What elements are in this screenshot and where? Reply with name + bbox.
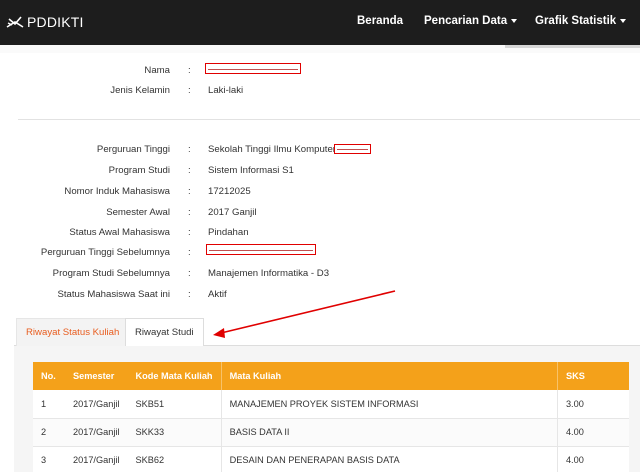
- value-status-awal: Pindahan: [208, 227, 249, 238]
- tab-riwayat-studi[interactable]: Riwayat Studi: [125, 318, 204, 347]
- separator-colon: :: [188, 247, 191, 258]
- label-prodi-sebelumnya: Program Studi Sebelumnya: [52, 268, 170, 279]
- value-nim: 17212025: [208, 186, 251, 197]
- cell-no: 1: [33, 390, 65, 419]
- cell-sks: 4.00: [556, 418, 629, 447]
- value-status-saat-ini: Aktif: [208, 289, 227, 300]
- cell-no: 3: [33, 446, 65, 472]
- cell-sks: 4.00: [556, 446, 629, 472]
- nav-grafik-statistik[interactable]: Grafik Statistik: [535, 15, 627, 27]
- nav-grafik-statistik-label: Grafik Statistik: [535, 15, 617, 27]
- label-nim: Nomor Induk Mahasiswa: [64, 186, 170, 197]
- separator-colon: :: [188, 207, 191, 218]
- cell-sks: 3.00: [556, 390, 629, 419]
- nav-pencarian-data[interactable]: Pencarian Data: [424, 15, 518, 27]
- cell-no: 2: [33, 418, 65, 447]
- separator-colon: :: [188, 65, 191, 76]
- cell-semester: 2017/Ganjil: [64, 418, 128, 447]
- cell-kode: SKK33: [127, 418, 222, 447]
- header-sks: SKS: [556, 362, 629, 390]
- label-status-saat-ini: Status Mahasiswa Saat ini: [57, 289, 170, 300]
- value-perguruan-tinggi: Sekolah Tinggi Ilmu Komputer: [208, 144, 336, 155]
- separator-colon: :: [188, 268, 191, 279]
- dropdown-shadow: [505, 45, 640, 48]
- cell-kode: SKB51: [127, 390, 222, 419]
- top-navbar: PDDIKTI Beranda Pencarian Data Grafik St…: [0, 0, 640, 45]
- label-program-studi: Program Studi: [108, 165, 170, 176]
- riwayat-studi-table: No. Semester Kode Mata Kuliah Mata Kulia…: [33, 362, 629, 472]
- nav-beranda[interactable]: Beranda: [357, 15, 403, 27]
- value-jenis-kelamin: Laki-laki: [208, 85, 244, 96]
- brand-logo[interactable]: PDDIKTI: [6, 12, 84, 32]
- value-semester-awal: 2017 Ganjil: [208, 207, 257, 218]
- label-status-awal: Status Awal Mahasiswa: [69, 227, 170, 238]
- table-row: 3 2017/Ganjil SKB62 DESAIN DAN PENERAPAN…: [33, 446, 629, 472]
- redaction-box-pt-sebelumnya: [206, 244, 316, 255]
- nav-pencarian-data-label: Pencarian Data: [424, 15, 508, 27]
- pddikti-logo-icon: [6, 16, 24, 28]
- header-semester: Semester: [72, 371, 115, 381]
- redaction-box-nama: [205, 63, 301, 74]
- separator-colon: :: [188, 289, 191, 300]
- tab-label: Riwayat Status Kuliah: [26, 327, 120, 338]
- separator-colon: :: [188, 85, 191, 96]
- cell-semester: 2017/Ganjil: [64, 390, 128, 419]
- caret-down-icon: [511, 18, 518, 23]
- cell-mata-kuliah: DESAIN DAN PENERAPAN BASIS DATA: [220, 446, 558, 472]
- table-row: 1 2017/Ganjil SKB51 MANAJEMEN PROYEK SIS…: [33, 390, 629, 419]
- value-prodi-sebelumnya: Manajemen Informatika - D3: [208, 268, 330, 279]
- caret-down-icon: [620, 18, 627, 23]
- label-nama: Nama: [144, 65, 170, 76]
- cell-mata-kuliah: BASIS DATA II: [220, 418, 558, 447]
- label-semester-awal: Semester Awal: [106, 207, 170, 218]
- separator-colon: :: [188, 144, 191, 155]
- nav-beranda-label: Beranda: [357, 15, 404, 27]
- table-row: 2 2017/Ganjil SKK33 BASIS DATA II 4.00: [33, 418, 629, 447]
- cell-kode: SKB62: [127, 446, 222, 472]
- tab-riwayat-status-kuliah[interactable]: Riwayat Status Kuliah: [16, 318, 130, 346]
- table-header-row: No. Semester Kode Mata Kuliah Mata Kulia…: [33, 362, 629, 390]
- value-program-studi: Sistem Informasi S1: [208, 165, 294, 176]
- label-pt-sebelumnya: Perguruan Tinggi Sebelumnya: [40, 247, 170, 258]
- label-jenis-kelamin: Jenis Kelamin: [110, 85, 170, 96]
- brand-name: PDDIKTI: [27, 14, 84, 30]
- cell-mata-kuliah: MANAJEMEN PROYEK SISTEM INFORMASI: [220, 390, 558, 419]
- header-mata-kuliah: Mata Kuliah: [220, 362, 558, 390]
- label-perguruan-tinggi: Perguruan Tinggi: [96, 144, 170, 155]
- separator-colon: :: [188, 227, 191, 238]
- cell-semester: 2017/Ganjil: [64, 446, 128, 472]
- header-no: No.: [41, 371, 56, 381]
- tab-label: Riwayat Studi: [135, 327, 194, 338]
- header-kode: Kode Mata Kuliah: [135, 371, 213, 381]
- separator-colon: :: [188, 186, 191, 197]
- redaction-box-perguruan-tinggi: [334, 144, 371, 154]
- section-divider: [18, 119, 640, 120]
- separator-colon: :: [188, 165, 191, 176]
